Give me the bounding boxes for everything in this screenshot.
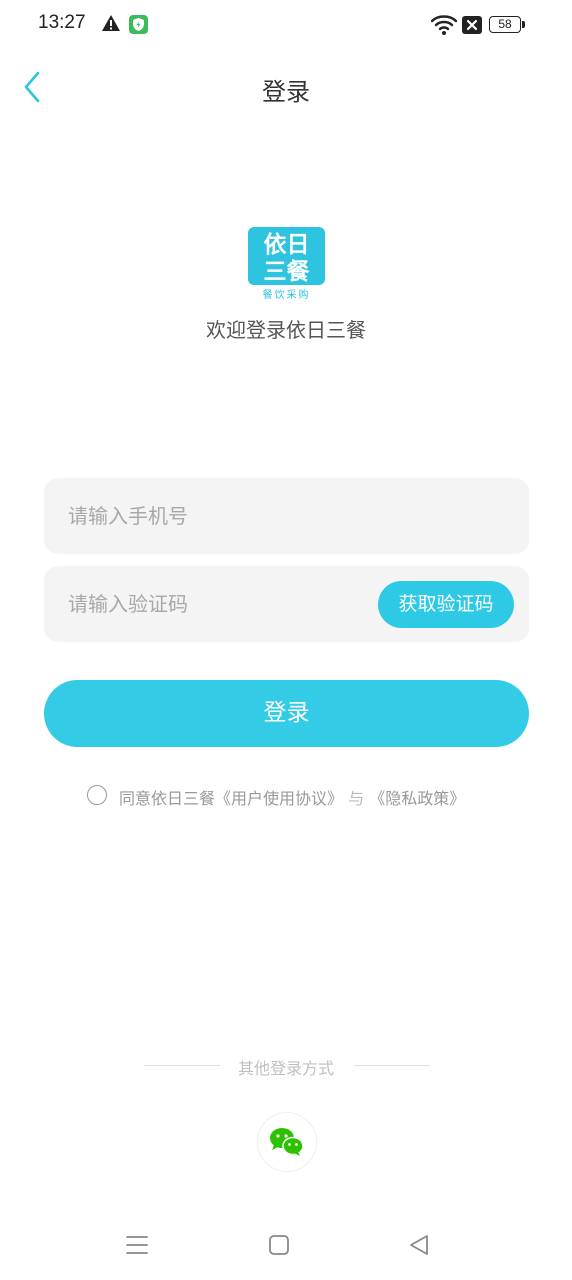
welcome-text: 欢迎登录依日三餐 <box>206 318 366 342</box>
battery-tip <box>522 21 525 28</box>
logo-line1: 依日 <box>264 231 310 258</box>
divider-right <box>354 1065 430 1066</box>
page-title: 登录 <box>262 78 310 106</box>
app-logo: 依日 三餐 餐饮采购 <box>248 227 325 301</box>
wechat-login-button[interactable] <box>257 1112 317 1172</box>
login-button[interactable]: 登录 <box>44 680 529 747</box>
user-agreement-link[interactable]: 《用户使用协议》 <box>215 789 343 808</box>
logo-tagline: 餐饮采购 <box>263 288 311 301</box>
status-time: 13:27 <box>38 12 86 33</box>
get-code-button[interactable]: 获取验证码 <box>378 581 514 628</box>
wechat-icon <box>270 1128 304 1156</box>
agreement-connector: 与 <box>348 789 365 808</box>
privacy-policy-link[interactable]: 《隐私政策》 <box>369 789 465 808</box>
menu-icon[interactable] <box>126 1235 148 1255</box>
shield-icon <box>129 15 148 34</box>
home-icon[interactable] <box>269 1235 289 1255</box>
alert-icon <box>102 15 120 31</box>
agreement-checkbox[interactable] <box>87 785 107 805</box>
battery-icon: 58 <box>489 16 521 33</box>
sim-off-icon <box>462 16 482 34</box>
other-login-label: 其他登录方式 <box>237 1059 334 1078</box>
agreement-prefix: 同意依日三餐 <box>119 789 216 808</box>
agreement-text: 同意依日三餐《用户使用协议》 与 《隐私政策》 <box>119 785 465 809</box>
wifi-icon <box>431 15 457 35</box>
phone-field <box>44 478 529 554</box>
phone-input[interactable] <box>68 478 508 554</box>
back-triangle-icon[interactable] <box>408 1234 430 1256</box>
code-input[interactable] <box>68 566 368 642</box>
logo-line2: 三餐 <box>264 259 311 285</box>
